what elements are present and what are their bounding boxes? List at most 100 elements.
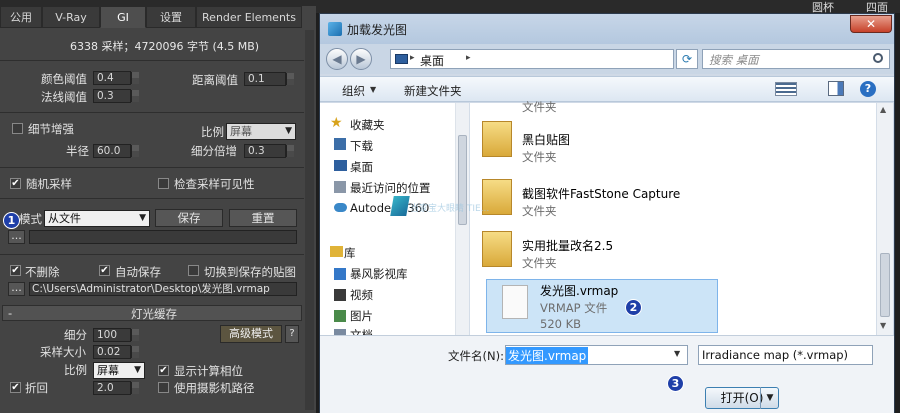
filename-value: 发光图.vrmap xyxy=(506,347,589,364)
tab-gi[interactable]: GI xyxy=(100,6,146,28)
downloads-icon xyxy=(334,138,346,150)
retrace-checkbox[interactable]: ✔ xyxy=(10,382,21,393)
back-arrow-icon[interactable]: ◀ xyxy=(326,48,348,70)
nav-pictures[interactable]: 图片 xyxy=(350,308,373,324)
lc-scale-dropdown[interactable]: 屏幕 ▼ xyxy=(93,362,145,379)
sample-size-label: 采样大小 xyxy=(40,345,86,359)
filename-input[interactable]: 发光图.vrmap ▼ xyxy=(505,345,688,365)
dialog-titlebar: 加载发光图 ✕ xyxy=(320,14,894,44)
radius-label: 半径 xyxy=(66,144,89,158)
callout-1: 1 xyxy=(3,212,20,229)
forward-arrow-icon[interactable]: ▶ xyxy=(350,48,372,70)
autosave-browse-button[interactable]: ... xyxy=(8,282,25,296)
save-map-button[interactable]: 保存 xyxy=(155,209,223,227)
file-name-3[interactable]: 实用批量改名2.5 xyxy=(522,237,613,254)
retrace-spinner[interactable]: 2.0 xyxy=(93,381,139,395)
address-breadcrumb[interactable]: ▸ 桌面 ▸ xyxy=(390,49,674,69)
show-calc-checkbox[interactable]: ✔ xyxy=(158,365,169,376)
random-samples-label: 随机采样 xyxy=(26,177,72,191)
detail-enhance-checkbox[interactable] xyxy=(12,123,23,134)
app-icon xyxy=(328,22,342,36)
file-name-2[interactable]: 截图软件FastStone Capture xyxy=(522,185,680,202)
search-input[interactable]: 搜索 桌面 xyxy=(702,49,890,69)
new-folder-button[interactable]: 新建文件夹 xyxy=(404,83,462,99)
open-dropdown-chevron-icon[interactable]: ▼ xyxy=(760,387,779,409)
dialog-title: 加载发光图 xyxy=(347,23,408,37)
distance-threshold-spinner[interactable]: 0.1 xyxy=(244,72,294,86)
mode-dropdown[interactable]: 从文件 ▼ xyxy=(44,210,150,227)
file-type-filter[interactable]: Irradiance map (*.vrmap) xyxy=(698,345,873,365)
file-list-scrollbar[interactable]: ▲ ▼ xyxy=(876,103,893,335)
auto-save-checkbox[interactable]: ✔ xyxy=(99,265,110,276)
subdivs-label: 细分 xyxy=(64,328,87,342)
tab-vray[interactable]: V-Ray xyxy=(42,6,100,28)
refresh-icon[interactable]: ⟳ xyxy=(676,49,698,69)
file-type-1: 文件夹 xyxy=(522,150,557,164)
nav-libraries[interactable]: 库 xyxy=(344,245,356,261)
close-button[interactable]: ✕ xyxy=(850,15,892,33)
tab-settings[interactable]: 设置 xyxy=(146,6,196,28)
chevron-down-icon: ▼ xyxy=(139,213,146,223)
view-options-icon[interactable] xyxy=(775,82,797,96)
color-threshold-spinner[interactable]: 0.4 xyxy=(93,71,139,85)
light-cache-title: 灯光缓存 xyxy=(131,307,177,321)
help-button[interactable]: ? xyxy=(285,325,299,343)
file-name-4[interactable]: 发光图.vrmap xyxy=(540,282,618,299)
preview-pane-icon[interactable] xyxy=(828,81,844,96)
nav-scrollbar[interactable] xyxy=(455,103,469,335)
callout-2: 2 xyxy=(625,299,642,316)
video-icon xyxy=(334,289,346,301)
switch-saved-checkbox[interactable] xyxy=(188,265,199,276)
nav-favorites[interactable]: 收藏夹 xyxy=(350,117,385,133)
file-pane-empty xyxy=(718,103,876,335)
nav-videos[interactable]: 视频 xyxy=(350,287,373,303)
check-visibility-checkbox[interactable] xyxy=(158,178,169,189)
help-icon[interactable]: ? xyxy=(860,81,876,97)
breadcrumb-desktop[interactable]: 桌面 xyxy=(420,52,444,69)
address-bar-area: ◀ ▶ ▸ 桌面 ▸ ⟳ 搜索 桌面 xyxy=(320,44,894,74)
dont-delete-checkbox[interactable]: ✔ xyxy=(10,265,21,276)
scroll-up-icon[interactable]: ▲ xyxy=(880,105,886,114)
search-icon xyxy=(873,53,883,63)
random-samples-checkbox[interactable]: ✔ xyxy=(10,178,21,189)
detail-enhance-label: 细节增强 xyxy=(28,122,74,136)
breadcrumb-chevron-icon: ▸ xyxy=(466,53,471,63)
subdivs-spinner[interactable]: 100 xyxy=(93,328,139,342)
panel-scrollbar[interactable] xyxy=(305,30,314,410)
dont-delete-label: 不删除 xyxy=(25,265,60,279)
scrollbar-thumb[interactable] xyxy=(880,253,890,317)
autosave-path-field[interactable]: C:\Users\Administrator\Desktop\发光图.vrmap xyxy=(29,282,297,296)
divider xyxy=(0,254,304,255)
file-type-4: VRMAP 文件 xyxy=(540,301,608,315)
advanced-mode-button[interactable]: 高级模式 xyxy=(220,325,282,343)
file-type-0: 文件夹 xyxy=(522,100,557,114)
scale-dropdown[interactable]: 屏幕 ▼ xyxy=(226,123,296,140)
normal-threshold-spinner[interactable]: 0.3 xyxy=(93,89,139,103)
media-library-icon xyxy=(334,268,346,280)
nav-documents[interactable]: 文档 xyxy=(350,327,373,335)
filename-label: 文件名(N): xyxy=(448,349,504,363)
file-type-3: 文件夹 xyxy=(522,256,557,270)
browse-button[interactable]: ... xyxy=(8,230,25,244)
desktop-icon xyxy=(334,160,347,171)
use-camera-checkbox[interactable] xyxy=(158,382,169,393)
nav-recent-places[interactable]: 最近访问的位置 xyxy=(350,180,431,196)
tab-common[interactable]: 公用 xyxy=(0,6,42,28)
scroll-down-icon[interactable]: ▼ xyxy=(880,321,886,330)
nav-downloads[interactable]: 下载 xyxy=(350,138,373,154)
mode-value: 从文件 xyxy=(48,212,81,225)
file-name-1[interactable]: 黑白贴图 xyxy=(522,131,570,148)
nav-baofeng-library[interactable]: 暴风影视库 xyxy=(350,266,408,282)
nav-desktop[interactable]: 桌面 xyxy=(350,159,373,175)
divider xyxy=(0,112,304,113)
file-size-4: 520 KB xyxy=(540,317,582,331)
map-path-field[interactable] xyxy=(29,230,297,244)
reset-map-button[interactable]: 重置 xyxy=(229,209,297,227)
organize-menu[interactable]: 组织 xyxy=(342,83,365,99)
tab-render-elements[interactable]: Render Elements xyxy=(196,6,302,28)
file-list: 文件夹 黑白贴图 文件夹 截图软件FastStone Capture 文件夹 实… xyxy=(470,100,876,335)
subdiv-mult-spinner[interactable]: 0.3 xyxy=(244,144,294,158)
library-icon xyxy=(330,246,343,257)
sample-size-spinner[interactable]: 0.02 xyxy=(93,345,139,359)
radius-spinner[interactable]: 60.0 xyxy=(93,144,139,158)
